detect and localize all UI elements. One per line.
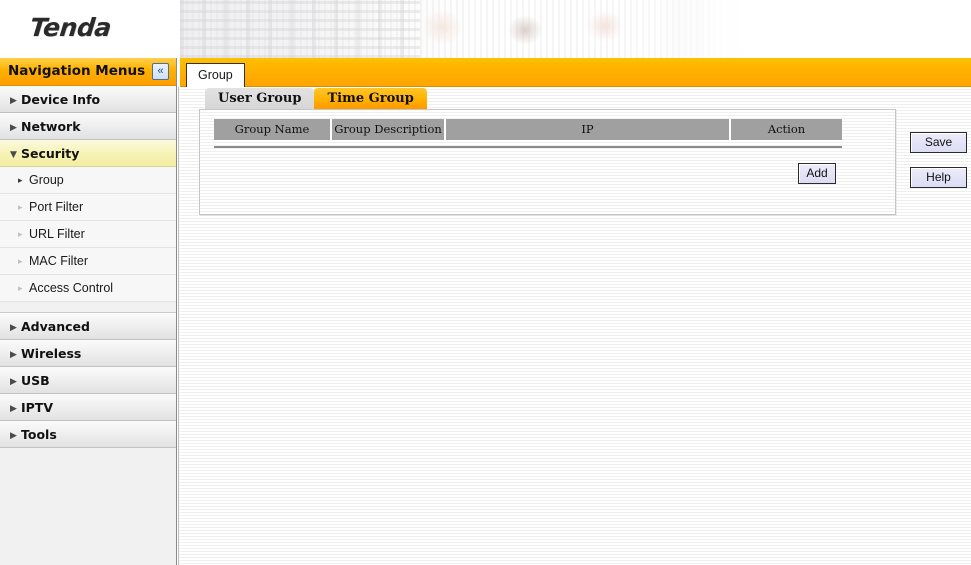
sidebar-subitem-mac-filter[interactable]: ▸ MAC Filter [0,248,176,275]
sidebar-subitem-label: MAC Filter [29,254,89,268]
sidebar-item-wireless[interactable]: ▶ Wireless [0,340,176,367]
subtab-time-group[interactable]: Time Group [314,88,427,110]
table-header-row: Group Name Group Description IP Action [214,119,842,140]
chevron-right-icon: ▸ [18,229,23,239]
subtab-bar: User Group Time Group [205,88,427,110]
chevron-right-icon: ▶ [10,323,17,333]
sidebar-subitem-access-control[interactable]: ▸ Access Control [0,275,176,302]
sidebar-divider [0,302,176,313]
chevron-right-icon: ▶ [10,377,17,387]
sidebar-item-label: USB [21,373,50,388]
chevron-right-icon: ▶ [10,96,17,106]
chevron-right-icon: ▶ [10,123,17,133]
sidebar-item-network[interactable]: ▶ Network [0,113,176,140]
help-button[interactable]: Help [910,167,967,188]
sidebar-item-tools[interactable]: ▶ Tools [0,421,176,448]
sidebar-subitem-label: Port Filter [29,200,84,214]
group-table: Group Name Group Description IP Action [214,119,842,148]
chevron-right-icon: ▸ [18,256,23,266]
sidebar-subitem-label: URL Filter [29,227,85,241]
main-tab-strip: Group [180,58,971,87]
router-admin-page: Tenda Group Navigation Menus « ▶ Device I… [0,0,971,565]
sidebar-item-label: Device Info [21,92,101,107]
save-button[interactable]: Save [910,132,967,153]
sidebar-subitem-label: Access Control [29,281,114,295]
content-area: User Group Time Group Group Name Group De… [178,87,971,565]
chevron-right-icon: ▶ [10,350,17,360]
sidebar-item-usb[interactable]: ▶ USB [0,367,176,394]
chevron-right-icon: ▸ [18,175,23,185]
subtab-user-group[interactable]: User Group [205,88,315,110]
chevron-right-icon: ▶ [10,404,17,414]
sidebar-item-label: Network [21,119,81,134]
sidebar-empty-area [0,452,176,565]
sidebar-item-iptv[interactable]: ▶ IPTV [0,394,176,421]
sidebar-item-device-info[interactable]: ▶ Device Info [0,86,176,113]
collapse-sidebar-icon[interactable]: « [152,63,169,80]
chevron-right-icon: ▸ [18,202,23,212]
tab-group[interactable]: Group [186,63,245,87]
sidebar-item-label: Security [21,146,80,161]
sidebar-subitem-group[interactable]: ▸ Group [0,167,176,194]
sidebar-subitem-label: Group [29,173,64,187]
page-banner: Tenda [0,0,971,58]
chevron-down-icon: ▼ [10,150,17,160]
sidebar-header: Navigation Menus « [0,58,176,86]
add-button[interactable]: Add [798,163,836,184]
table-separator [214,146,842,148]
chevron-right-icon: ▶ [10,431,17,441]
sidebar-subitem-url-filter[interactable]: ▸ URL Filter [0,221,176,248]
sidebar: Navigation Menus « ▶ Device Info ▶ Network… [0,58,177,565]
sidebar-item-label: Tools [21,427,57,442]
sidebar-subitem-port-filter[interactable]: ▸ Port Filter [0,194,176,221]
column-header-group-name: Group Name [214,119,332,140]
tenda-logo: Tenda [28,13,113,42]
chevron-right-icon: ▸ [18,283,23,293]
sidebar-item-advanced[interactable]: ▶ Advanced [0,313,176,340]
banner-photo-collage [180,0,780,58]
sidebar-item-label: Wireless [21,346,82,361]
column-header-group-description: Group Description [332,119,446,140]
column-header-ip: IP [446,119,731,140]
sidebar-item-security[interactable]: ▼ Security [0,140,176,167]
sidebar-title: Navigation Menus [8,63,146,79]
column-header-action: Action [731,119,842,140]
sidebar-item-label: Advanced [21,319,90,334]
group-panel: Group Name Group Description IP Action A… [199,109,896,215]
sidebar-item-label: IPTV [21,400,54,415]
